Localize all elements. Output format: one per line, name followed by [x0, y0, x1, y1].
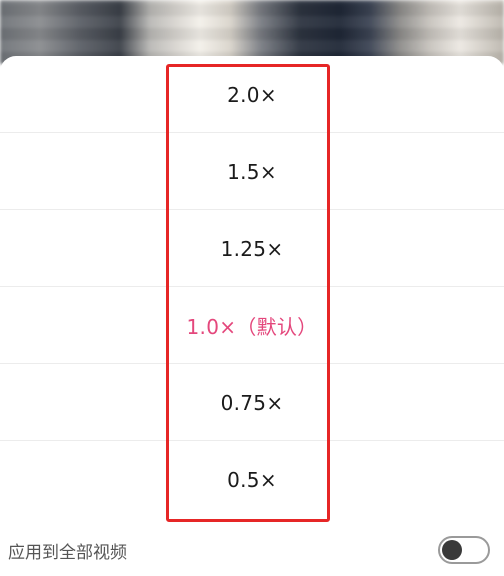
speed-option-0-5[interactable]: 0.5× [0, 441, 504, 518]
apply-all-row: 应用到全部视频 [0, 524, 504, 576]
speed-option-1-25[interactable]: 1.25× [0, 210, 504, 287]
speed-option-0-75[interactable]: 0.75× [0, 364, 504, 441]
video-preview[interactable] [0, 0, 504, 64]
toggle-knob [442, 540, 462, 560]
apply-all-label: 应用到全部视频 [8, 542, 127, 563]
speed-option-2-0[interactable]: 2.0× [0, 56, 504, 133]
speed-option-1-5[interactable]: 1.5× [0, 133, 504, 210]
playback-speed-screen: 2.0× 1.5× 1.25× 1.0×（默认） 0.75× 0.5× 应用到全… [0, 0, 504, 576]
apply-all-toggle[interactable] [438, 536, 490, 564]
speed-option-1-0-default[interactable]: 1.0×（默认） [0, 287, 504, 364]
